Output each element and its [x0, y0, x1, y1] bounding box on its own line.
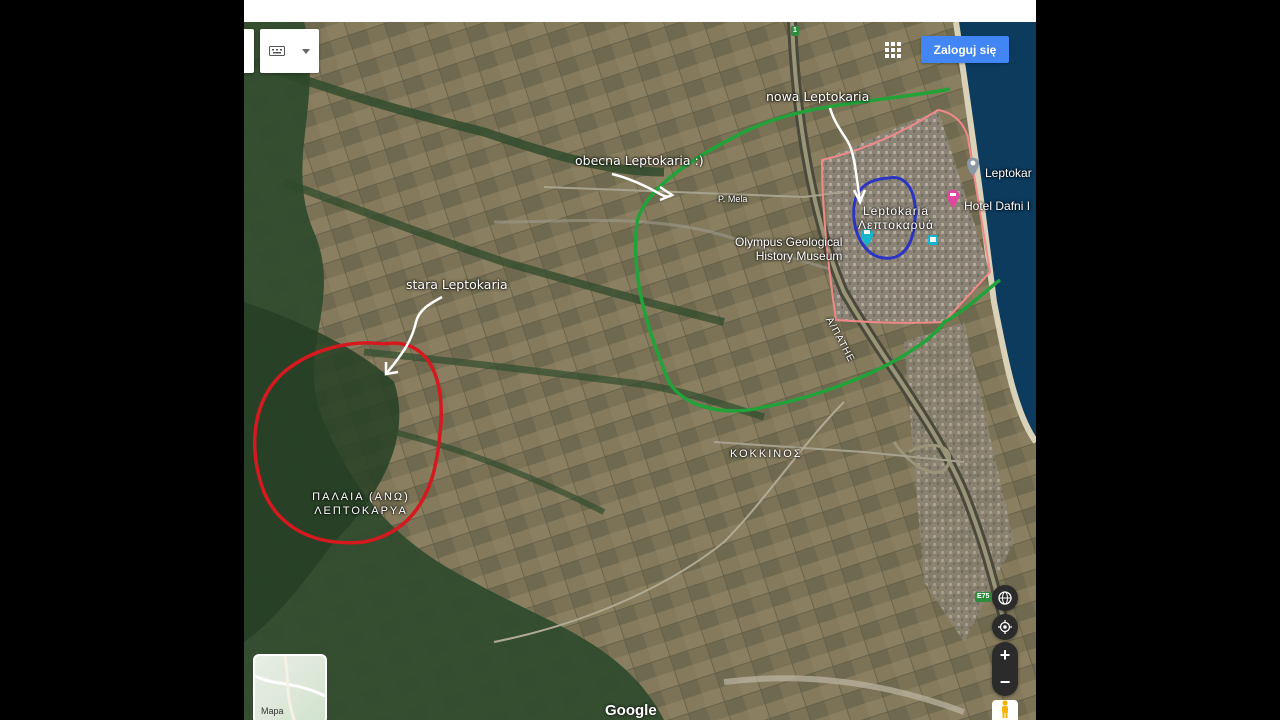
annotation-nowa-label: nowa Leptokaria	[766, 89, 870, 104]
old-town-line1: ΠΑΛΑΙΑ (ΑΝΩ)	[312, 491, 410, 503]
login-button[interactable]: Zaloguj się	[921, 36, 1009, 63]
town-label-greek: Λεπτοκαρυά	[858, 218, 935, 232]
hotel-label[interactable]: Hotel Dafni I	[964, 199, 1030, 213]
keyboard-icon	[268, 46, 285, 56]
annotation-obecna-label: obecna Leptokaria :)	[575, 153, 704, 168]
kokkinos-label: ΚΟΚΚΙΝΟΣ	[730, 448, 803, 460]
zoom-out-button[interactable]: −	[992, 669, 1018, 696]
street-view-pegman-icon[interactable]	[992, 700, 1018, 720]
chevron-down-icon[interactable]	[302, 48, 311, 54]
browser-top-strip	[244, 0, 1036, 22]
satellite-map[interactable]: nowa Leptokaria obecna Leptokaria :) sta…	[244, 21, 1036, 720]
globe-icon	[998, 591, 1012, 605]
museum-label-line1: Olympus Geological	[735, 235, 843, 249]
road-shield-e75: E75	[975, 592, 992, 602]
museum-label-line2: History Museum	[755, 249, 843, 263]
leptokaria-pin-label[interactable]: Leptokar	[985, 166, 1032, 180]
transit-icon	[928, 235, 938, 245]
my-location-icon	[998, 620, 1012, 634]
zoom-control: + −	[992, 642, 1018, 696]
apps-grid-icon[interactable]	[885, 42, 901, 58]
map-imagery	[244, 21, 1036, 720]
old-town-label: ΠΑΛΑΙΑ (ΑΝΩ) ΛΕΠΤΟΚΑΡΥΑ	[296, 490, 426, 518]
my-location-button[interactable]	[992, 614, 1018, 640]
map-type-toggle[interactable]: Mapa	[253, 654, 327, 720]
input-tools-button[interactable]	[260, 29, 319, 73]
town-label-latin: Leptokaria	[862, 204, 930, 218]
map-type-label: Mapa	[261, 706, 284, 716]
museum-label[interactable]: Olympus Geological History Museum	[735, 235, 842, 263]
pegman-figure	[1002, 700, 1008, 718]
road-label: P. Mela	[718, 194, 748, 204]
annotation-stara-label: stara Leptokaria	[406, 277, 508, 292]
old-town-line2: ΛΕΠΤΟΚΑΡΥΑ	[314, 505, 408, 517]
collapse-panel-button[interactable]	[244, 29, 254, 73]
road-shield-1: 1	[791, 26, 799, 36]
town-label: Leptokaria Λεπτοκαρυά	[858, 204, 934, 232]
zoom-in-button[interactable]: +	[992, 642, 1018, 669]
google-logo: Google	[605, 702, 657, 719]
globe-view-button[interactable]	[992, 585, 1018, 611]
map-frame: nowa Leptokaria obecna Leptokaria :) sta…	[244, 0, 1036, 720]
